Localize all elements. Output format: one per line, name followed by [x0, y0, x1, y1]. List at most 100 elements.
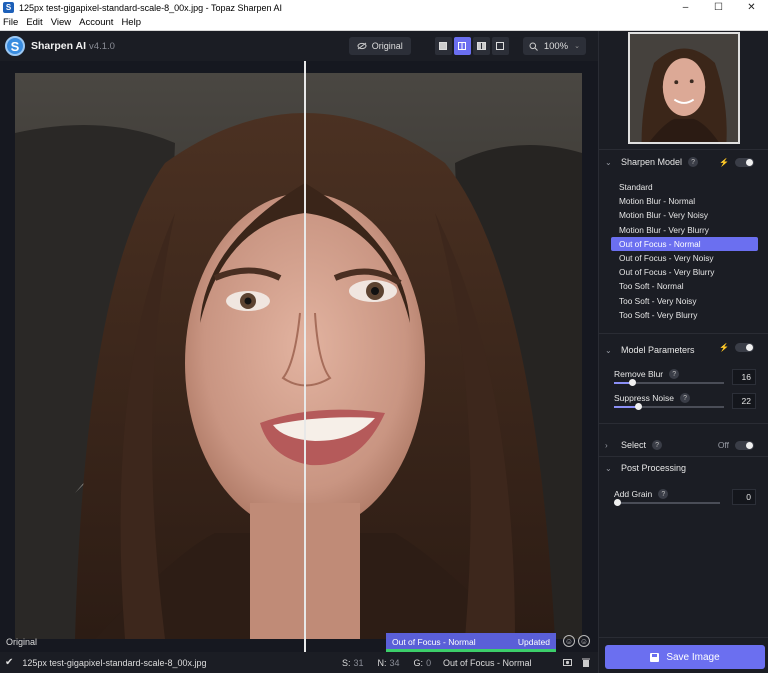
- comparison-view-icon: [496, 42, 505, 50]
- auto-model-toggle[interactable]: [735, 158, 754, 167]
- select-header[interactable]: › Select ?: [605, 440, 663, 450]
- auto-parameters-toggle[interactable]: [735, 343, 754, 352]
- help-icon[interactable]: ?: [688, 157, 699, 167]
- save-image-label: Save Image: [666, 651, 720, 663]
- menu-file[interactable]: File: [0, 17, 22, 28]
- sharpen-model-title: Sharpen Model: [621, 157, 683, 167]
- lightning-icon: ⚡: [719, 158, 729, 167]
- face-tools: ☺ ☺: [563, 635, 590, 647]
- stat-grain: G: 0: [413, 657, 432, 668]
- split-divider-handle[interactable]: [304, 61, 306, 652]
- side-by-side-icon: [476, 42, 486, 50]
- add-grain-track[interactable]: [614, 499, 720, 506]
- chevron-down-icon: ⌄: [605, 463, 612, 473]
- status-state: Updated: [517, 637, 550, 647]
- help-icon[interactable]: ?: [658, 489, 669, 499]
- view-mode-group: [434, 37, 509, 55]
- single-view-button[interactable]: [434, 37, 452, 55]
- maximize-button[interactable]: ☐: [702, 0, 735, 15]
- sharpen-logo-icon: S: [5, 36, 25, 56]
- trash-icon[interactable]: [581, 657, 591, 667]
- sharpen-model-auto: ⚡: [719, 158, 754, 167]
- menu-help[interactable]: Help: [117, 17, 145, 28]
- model-item[interactable]: Motion Blur - Very Blurry: [611, 223, 758, 237]
- navigator-thumbnail[interactable]: [628, 32, 740, 144]
- show-original-button[interactable]: Original: [348, 37, 411, 55]
- app-name: Sharpen AI: [31, 40, 87, 52]
- model-item[interactable]: Motion Blur - Very Noisy: [611, 208, 758, 222]
- model-item[interactable]: Standard: [611, 180, 758, 194]
- chevron-down-icon: ⌄: [574, 43, 580, 50]
- close-button[interactable]: ✕: [735, 0, 768, 15]
- remove-blur-value-input[interactable]: 16: [732, 369, 756, 385]
- stat-sharpen: S: 31: [342, 657, 364, 668]
- suppress-noise-value-input[interactable]: 22: [732, 393, 756, 409]
- remove-blur-track[interactable]: [614, 379, 724, 386]
- suppress-noise-knob[interactable]: [635, 403, 643, 410]
- window-title: 125px test-gigapixel-standard-scale-8_00…: [19, 2, 282, 13]
- zoom-dropdown[interactable]: 100% ⌄: [522, 37, 586, 55]
- zoom-icon: [529, 42, 538, 51]
- model-list: Standard Motion Blur - Normal Motion Blu…: [611, 180, 758, 322]
- add-grain-slider: Add Grain? 0: [614, 489, 756, 506]
- view-toolbar: Original 100% ⌄: [348, 37, 586, 55]
- help-icon[interactable]: ?: [669, 369, 680, 379]
- remove-blur-knob[interactable]: [628, 379, 636, 386]
- image-canvas[interactable]: Original Out of Focus - Normal Updated ☺…: [0, 61, 598, 652]
- menu-edit[interactable]: Edit: [22, 17, 46, 28]
- lightning-icon: ⚡: [719, 343, 729, 352]
- app-version: v4.1.0: [89, 40, 115, 52]
- face-recovery-icon[interactable]: ☺: [578, 635, 590, 647]
- model-parameters-header[interactable]: ⌄ Model Parameters: [605, 345, 695, 355]
- chevron-down-icon: ⌄: [605, 345, 612, 355]
- comparison-view-button[interactable]: [491, 37, 509, 55]
- export-icon[interactable]: [562, 657, 572, 667]
- file-status-bar: ✔ 125px test-gigapixel-standard-scale-8_…: [0, 652, 598, 673]
- remove-blur-label: Remove Blur: [614, 369, 664, 379]
- eye-slash-icon: [357, 42, 367, 50]
- select-toggle[interactable]: [735, 440, 754, 450]
- menu-bar: File Edit View Account Help: [0, 15, 768, 31]
- model-item[interactable]: Too Soft - Very Noisy: [611, 294, 758, 308]
- model-item[interactable]: Too Soft - Very Blurry: [611, 308, 758, 322]
- suppress-noise-slider: Suppress Noise? 22: [614, 393, 756, 410]
- suppress-noise-track[interactable]: [614, 403, 724, 410]
- panel-divider: [599, 423, 768, 424]
- split-view-icon: [458, 42, 467, 50]
- checkmark-icon: ✔: [5, 657, 14, 668]
- file-name[interactable]: 125px test-gigapixel-standard-scale-8_00…: [22, 658, 206, 668]
- chevron-down-icon: ⌄: [605, 157, 612, 167]
- split-view-button[interactable]: [453, 37, 471, 55]
- post-processing-header[interactable]: ⌄ Post Processing: [605, 463, 686, 473]
- add-grain-value-input[interactable]: 0: [732, 489, 756, 505]
- file-stats: S: 31 N: 34 G: 0: [342, 658, 431, 668]
- add-grain-label: Add Grain: [614, 489, 653, 499]
- help-icon[interactable]: ?: [680, 393, 691, 403]
- model-item[interactable]: Motion Blur - Normal: [611, 194, 758, 208]
- model-item[interactable]: Too Soft - Normal: [611, 279, 758, 293]
- face-detect-icon[interactable]: ☺: [563, 635, 575, 647]
- save-image-button[interactable]: Save Image: [605, 645, 765, 669]
- stat-noise: N: 34: [377, 657, 400, 668]
- window-title-bar: S 125px test-gigapixel-standard-scale-8_…: [0, 0, 768, 15]
- select-state: Off: [718, 440, 754, 450]
- remove-blur-slider: Remove Blur? 16: [614, 369, 756, 386]
- window-controls: – ☐ ✕: [669, 0, 768, 15]
- help-icon[interactable]: ?: [652, 440, 663, 450]
- menu-view[interactable]: View: [47, 17, 75, 28]
- zoom-value: 100%: [543, 40, 569, 52]
- select-title: Select: [621, 440, 647, 450]
- model-parameters-title: Model Parameters: [621, 345, 695, 355]
- sharpen-model-header[interactable]: ⌄ Sharpen Model ?: [605, 157, 699, 167]
- save-icon: [650, 652, 660, 662]
- single-view-icon: [439, 42, 448, 50]
- model-item-selected[interactable]: Out of Focus - Normal: [611, 236, 758, 251]
- thumbnail-illustration: [630, 34, 738, 142]
- side-by-side-view-button[interactable]: [472, 37, 490, 55]
- model-item[interactable]: Out of Focus - Very Blurry: [611, 265, 758, 279]
- portrait-illustration: [15, 73, 582, 639]
- model-item[interactable]: Out of Focus - Very Noisy: [611, 251, 758, 265]
- menu-account[interactable]: Account: [75, 17, 117, 28]
- add-grain-knob[interactable]: [614, 499, 621, 506]
- minimize-button[interactable]: –: [669, 0, 702, 15]
